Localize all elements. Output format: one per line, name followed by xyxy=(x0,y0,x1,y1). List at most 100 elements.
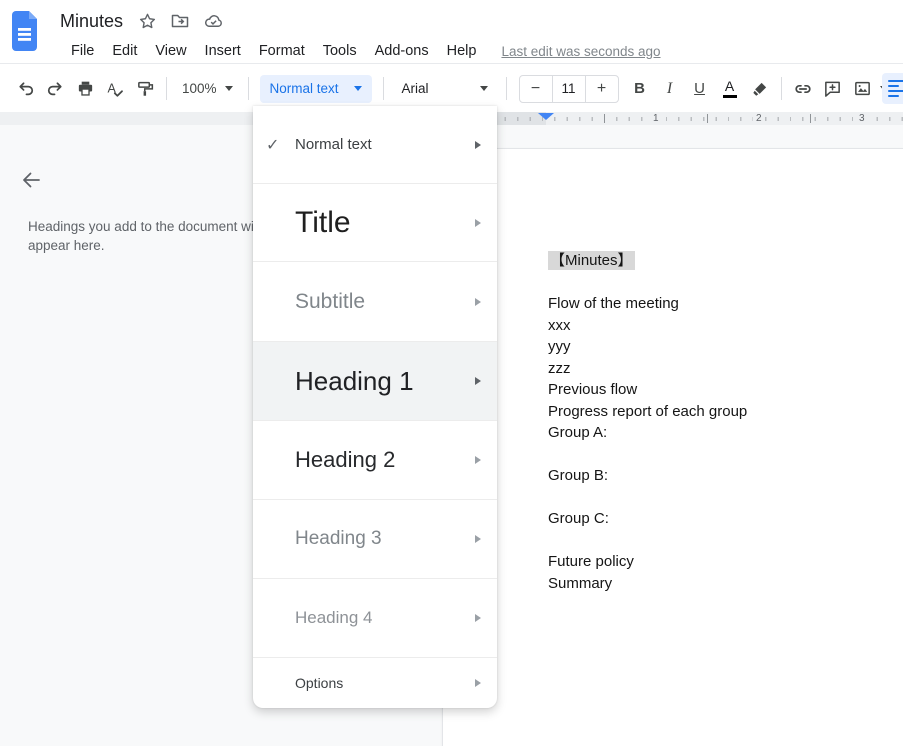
doc-line[interactable]: Progress report of each group xyxy=(548,401,828,423)
doc-line[interactable] xyxy=(548,530,828,552)
style-menu-item-heading-2[interactable]: Heading 2 xyxy=(253,420,497,499)
toolbar-divider xyxy=(166,77,167,100)
header: Minutes File Edit View Insert Format Too… xyxy=(0,0,903,64)
toolbar: A 100% Normal text Arial − 11 + B I U xyxy=(0,65,903,112)
doc-line[interactable] xyxy=(548,272,828,294)
toolbar-divider xyxy=(781,77,782,100)
font-family-select[interactable]: Arial xyxy=(390,75,500,103)
outline-empty-message: Headings you add to the document will ap… xyxy=(28,217,280,255)
style-menu-item-label: Title xyxy=(295,206,351,240)
submenu-arrow-icon xyxy=(475,298,481,306)
align-button[interactable] xyxy=(882,73,903,104)
style-menu-item-subtitle[interactable]: Subtitle xyxy=(253,261,497,341)
doc-line[interactable]: Group C: xyxy=(548,508,828,530)
menu-file[interactable]: File xyxy=(62,41,103,61)
menu-format[interactable]: Format xyxy=(250,41,314,61)
submenu-arrow-icon xyxy=(475,456,481,464)
zoom-value: 100% xyxy=(182,81,217,96)
highlighted-text[interactable]: 【Minutes】 xyxy=(548,251,635,270)
style-menu-item-title[interactable]: Title xyxy=(253,183,497,261)
cloud-saved-icon[interactable] xyxy=(200,8,226,34)
style-menu-item-label: Heading 3 xyxy=(295,528,382,550)
submenu-arrow-icon xyxy=(475,141,481,149)
style-menu-item-options[interactable]: Options xyxy=(253,657,497,708)
undo-button[interactable] xyxy=(10,74,40,104)
doc-line[interactable]: xxx xyxy=(548,315,828,337)
chevron-down-icon xyxy=(480,86,488,91)
style-menu-item-label: Subtitle xyxy=(295,290,365,314)
doc-line[interactable] xyxy=(548,487,828,509)
paint-format-button[interactable] xyxy=(130,74,160,104)
style-menu-item-label: Normal text xyxy=(295,136,372,153)
doc-line[interactable]: Group A: xyxy=(548,422,828,444)
toolbar-divider xyxy=(383,77,384,100)
ruler-major-tick xyxy=(707,114,708,123)
bold-button[interactable]: B xyxy=(625,74,655,104)
doc-line[interactable] xyxy=(548,444,828,466)
redo-button[interactable] xyxy=(40,74,70,104)
decrease-font-size-button[interactable]: − xyxy=(520,76,552,102)
style-menu-item-heading-4[interactable]: Heading 4 xyxy=(253,578,497,657)
doc-line[interactable]: Flow of the meeting xyxy=(548,293,828,315)
check-icon: ✓ xyxy=(266,135,279,155)
ruler-label: 1 xyxy=(650,112,662,125)
toolbar-divider xyxy=(506,77,507,100)
menu-bar: File Edit View Insert Format Tools Add-o… xyxy=(62,40,661,62)
doc-line[interactable]: Future policy xyxy=(548,551,828,573)
last-edit-link[interactable]: Last edit was seconds ago xyxy=(501,44,660,59)
submenu-arrow-icon xyxy=(475,219,481,227)
style-menu-item-normal-text[interactable]: ✓ Normal text xyxy=(253,106,497,183)
style-menu-item-heading-3[interactable]: Heading 3 xyxy=(253,499,497,578)
doc-line[interactable]: zzz xyxy=(548,358,828,380)
insert-image-button[interactable] xyxy=(848,74,878,104)
menu-tools[interactable]: Tools xyxy=(314,41,366,61)
add-comment-button[interactable] xyxy=(818,74,848,104)
indent-marker[interactable] xyxy=(538,113,554,120)
menu-insert[interactable]: Insert xyxy=(196,41,250,61)
chevron-down-icon xyxy=(225,86,233,91)
increase-font-size-button[interactable]: + xyxy=(586,76,618,102)
close-outline-button[interactable] xyxy=(16,165,46,195)
paragraph-style-select[interactable]: Normal text xyxy=(260,75,372,103)
menu-addons[interactable]: Add-ons xyxy=(366,41,438,61)
menu-edit[interactable]: Edit xyxy=(103,41,146,61)
print-button[interactable] xyxy=(70,74,100,104)
doc-line[interactable]: Summary xyxy=(548,573,828,595)
paragraph-style-value: Normal text xyxy=(270,81,339,96)
style-menu-item-label: Options xyxy=(295,675,343,691)
spellcheck-button[interactable]: A xyxy=(100,74,130,104)
doc-line[interactable]: yyy xyxy=(548,336,828,358)
chevron-down-icon xyxy=(354,86,362,91)
style-menu-item-label: Heading 2 xyxy=(295,447,395,473)
docs-logo-icon[interactable] xyxy=(10,11,39,51)
ruler-major-tick xyxy=(604,114,605,123)
submenu-arrow-icon xyxy=(475,679,481,687)
document-page[interactable]: 【Minutes】 Flow of the meeting xxx yyy zz… xyxy=(442,148,903,746)
font-size-value[interactable]: 11 xyxy=(552,76,586,102)
move-folder-icon[interactable] xyxy=(167,8,193,34)
submenu-arrow-icon xyxy=(475,535,481,543)
document-outline-panel: Headings you add to the document will ap… xyxy=(0,125,270,525)
document-body: 【Minutes】 Flow of the meeting xxx yyy zz… xyxy=(548,250,828,594)
menu-view[interactable]: View xyxy=(146,41,195,61)
font-size-stepper: − 11 + xyxy=(519,75,619,103)
star-icon[interactable] xyxy=(134,8,160,34)
ruler-label: 2 xyxy=(753,112,765,125)
toolbar-divider xyxy=(248,77,249,100)
doc-line[interactable]: Previous flow xyxy=(548,379,828,401)
document-title[interactable]: Minutes xyxy=(60,10,127,33)
text-color-icon: A xyxy=(723,79,737,98)
text-color-button[interactable]: A xyxy=(715,74,745,104)
style-menu-item-label: Heading 1 xyxy=(295,366,414,397)
insert-link-button[interactable] xyxy=(788,74,818,104)
highlight-color-button[interactable] xyxy=(745,74,775,104)
ruler-major-tick xyxy=(810,114,811,123)
zoom-select[interactable]: 100% xyxy=(173,75,242,103)
underline-button[interactable]: U xyxy=(685,74,715,104)
style-menu-item-heading-1[interactable]: Heading 1 xyxy=(253,341,497,420)
title-row: Minutes xyxy=(60,8,226,34)
doc-line-heading[interactable]: 【Minutes】 xyxy=(548,250,828,272)
menu-help[interactable]: Help xyxy=(438,41,486,61)
doc-line[interactable]: Group B: xyxy=(548,465,828,487)
italic-button[interactable]: I xyxy=(655,74,685,104)
